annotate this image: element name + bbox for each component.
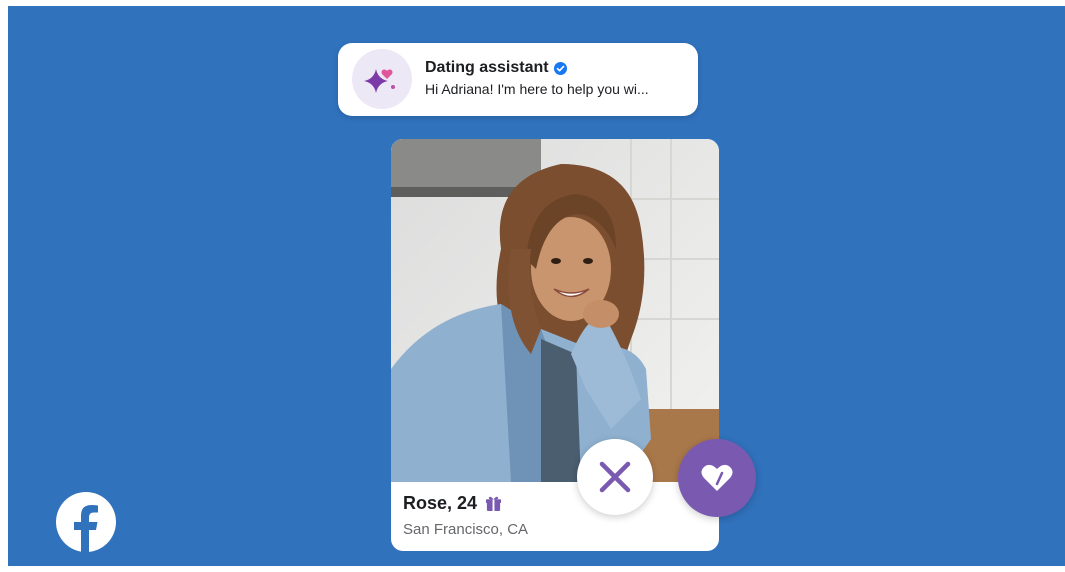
heart-icon (701, 464, 733, 491)
profile-photo (391, 139, 719, 482)
dating-promo-screen: Dating assistant Hi Adriana! I'm here to… (8, 6, 1065, 566)
profile-location: San Francisco, CA (403, 521, 529, 538)
like-button[interactable] (678, 439, 756, 517)
sparkle-hearts-icon (352, 49, 412, 109)
assistant-message-preview: Hi Adriana! I'm here to help you wi... (425, 81, 649, 97)
assistant-title: Dating assistant (425, 59, 549, 76)
profile-card[interactable]: Rose, 24 San Francisco, CA (391, 139, 719, 551)
close-icon (599, 461, 631, 493)
facebook-logo-icon (55, 491, 117, 553)
pass-button[interactable] (577, 439, 653, 515)
assistant-notification[interactable]: Dating assistant Hi Adriana! I'm here to… (338, 43, 698, 116)
profile-name-age: Rose, 24 (403, 493, 478, 513)
verified-badge-icon (553, 61, 567, 75)
gift-icon (485, 496, 502, 512)
